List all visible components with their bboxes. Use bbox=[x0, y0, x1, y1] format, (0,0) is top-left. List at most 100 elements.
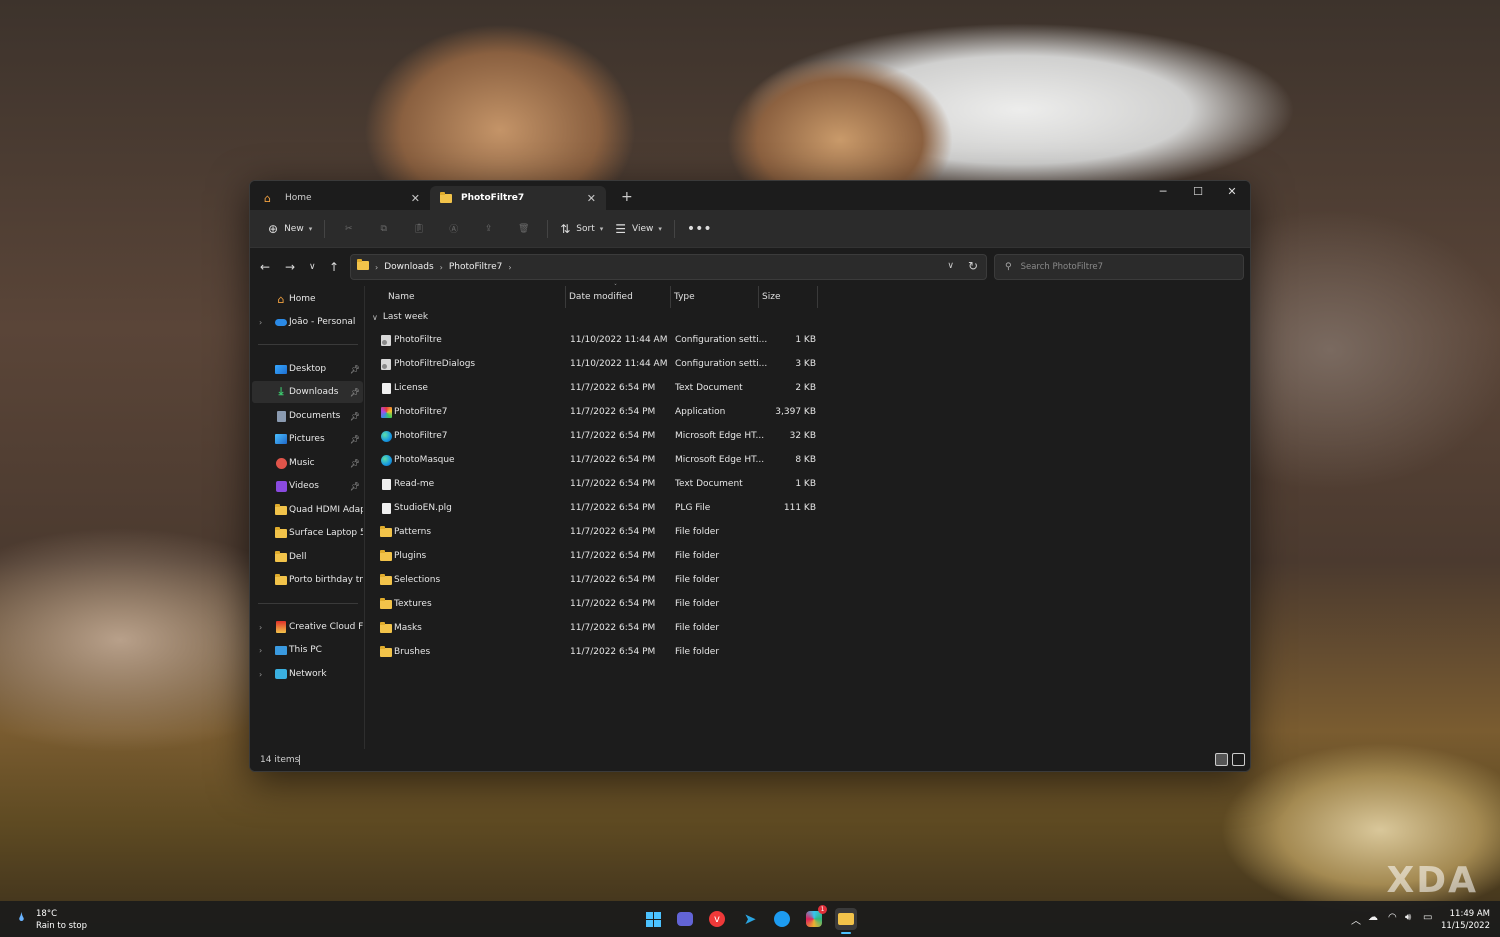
teams-chat-button[interactable] bbox=[674, 908, 696, 930]
more-options-button[interactable]: ••• bbox=[681, 216, 724, 242]
chevron-right-icon[interactable]: › bbox=[259, 646, 262, 655]
close-window-button[interactable]: ✕ bbox=[1215, 181, 1249, 201]
large-icons-view-icon[interactable] bbox=[1232, 753, 1245, 766]
tab-home[interactable]: ⌂ Home ✕ bbox=[254, 186, 430, 210]
new-tab-button[interactable]: + bbox=[621, 189, 633, 205]
paste-button[interactable]: 📋︎ bbox=[401, 216, 436, 242]
column-divider[interactable] bbox=[565, 286, 566, 308]
sidebar-item-network[interactable]: › Network bbox=[252, 663, 363, 685]
sidebar-item-surface-laptop[interactable]: Surface Laptop 5 bbox=[252, 522, 363, 544]
sidebar-item-music[interactable]: Music 📌︎ bbox=[252, 452, 363, 474]
onedrive-tray-icon[interactable]: ☁ bbox=[1368, 912, 1378, 923]
rename-button[interactable]: Ⓐ bbox=[436, 216, 471, 242]
file-row[interactable]: PhotoFiltre7 11/7/2022 6:54 PM Application… bbox=[366, 401, 826, 425]
file-row[interactable]: Patterns 11/7/2022 6:54 PM File folder bbox=[366, 521, 826, 545]
sidebar-item-videos[interactable]: Videos 📌︎ bbox=[252, 475, 363, 497]
close-icon[interactable]: ✕ bbox=[587, 192, 596, 205]
sort-arrows-icon: ⇅ bbox=[560, 221, 571, 236]
up-arrow-icon[interactable]: ↑ bbox=[329, 260, 339, 274]
file-row[interactable]: PhotoFiltre 11/10/2022 11:44 AM Configurat… bbox=[366, 329, 826, 353]
chevron-right-icon[interactable]: › bbox=[259, 623, 262, 632]
file-row[interactable]: PhotoMasque 11/7/2022 6:54 PM Microsoft Ed… bbox=[366, 449, 826, 473]
share-button[interactable]: ⇪ bbox=[471, 216, 506, 242]
pin-icon: 📌︎ bbox=[349, 481, 360, 491]
file-explorer-window: ⌂ Home ✕ PhotoFiltre7 ✕ + ─ ☐ ✕ ⊕ New ▾ … bbox=[249, 180, 1251, 772]
sidebar-item-porto-trip[interactable]: Porto birthday trip bbox=[252, 569, 363, 591]
sidebar-item-this-pc[interactable]: › This PC bbox=[252, 639, 363, 661]
file-row[interactable]: StudioEN.plg 11/7/2022 6:54 PM PLG File 111… bbox=[366, 497, 826, 521]
battery-icon[interactable]: ▭ bbox=[1423, 912, 1432, 923]
taskbar: 🌢︎ 18°C Rain to stop v ➤ 1 ︿ ☁ ◠ 🔊︎ ▭ 11… bbox=[0, 901, 1500, 937]
breadcrumb-downloads[interactable]: Downloads bbox=[384, 262, 433, 272]
sidebar-item-quad-hdmi[interactable]: Quad HDMI Adapte bbox=[252, 499, 363, 521]
column-header-size[interactable]: Size bbox=[762, 286, 780, 308]
toolbar-divider bbox=[547, 219, 549, 238]
sidebar-item-desktop[interactable]: Desktop 📌︎ bbox=[252, 358, 363, 380]
file-row[interactable]: Selections 11/7/2022 6:54 PM File folder bbox=[366, 569, 826, 593]
sidebar-item-downloads[interactable]: ⤓ Downloads 📌︎ bbox=[252, 381, 363, 403]
chevron-down-icon: ∨ bbox=[372, 312, 378, 322]
cut-button[interactable]: ✂ bbox=[331, 216, 366, 242]
slack-button[interactable]: 1 bbox=[803, 905, 827, 930]
sidebar-item-home[interactable]: ⌂ Home bbox=[252, 288, 363, 310]
address-bar[interactable]: › Downloads › PhotoFiltre7 › ∨ ↻ bbox=[350, 254, 987, 280]
refresh-icon[interactable]: ↻ bbox=[968, 259, 978, 273]
column-divider[interactable] bbox=[817, 286, 818, 308]
new-button[interactable]: ⊕ New ▾ bbox=[262, 216, 318, 242]
address-history-chevron-icon[interactable]: ∨ bbox=[947, 261, 954, 271]
file-date: 11/7/2022 6:54 PM bbox=[570, 455, 656, 465]
file-row[interactable]: PhotoFiltreDialogs 11/10/2022 11:44 AM Con… bbox=[366, 353, 826, 377]
chevron-right-icon[interactable]: › bbox=[259, 670, 262, 679]
ellipsis-icon: ••• bbox=[686, 220, 712, 237]
sort-button[interactable]: ⇅ Sort ▾ bbox=[554, 216, 609, 242]
column-header-type[interactable]: Type bbox=[674, 286, 695, 308]
file-row[interactable]: PhotoFiltre7 11/7/2022 6:54 PM Microsoft E… bbox=[366, 425, 826, 449]
show-hidden-icons-icon[interactable]: ︿ bbox=[1351, 912, 1361, 927]
file-row[interactable]: Masks 11/7/2022 6:54 PM File folder bbox=[366, 617, 826, 641]
sidebar-item-documents[interactable]: Documents 📌︎ bbox=[252, 405, 363, 427]
network-icon bbox=[274, 669, 288, 679]
telegram-button[interactable]: ➤ bbox=[739, 908, 761, 930]
file-explorer-taskbar-button[interactable] bbox=[835, 908, 857, 934]
sort-indicator-icon: ˇ bbox=[614, 284, 617, 291]
group-header-last-week[interactable]: ∨ Last week bbox=[372, 312, 428, 322]
tab-photofiltre7[interactable]: PhotoFiltre7 ✕ bbox=[430, 186, 606, 210]
wifi-icon[interactable]: ◠ bbox=[1388, 912, 1397, 923]
folder-icon bbox=[440, 191, 454, 203]
breadcrumb-photofiltre7[interactable]: PhotoFiltre7 bbox=[449, 262, 503, 272]
forward-arrow-icon[interactable]: → bbox=[285, 260, 295, 274]
maximize-button[interactable]: ☐ bbox=[1181, 181, 1215, 201]
search-input[interactable]: ⚲ Search PhotoFiltre7 bbox=[994, 254, 1244, 280]
volume-icon[interactable]: 🔊︎ bbox=[1405, 912, 1411, 923]
sidebar-item-dell[interactable]: Dell bbox=[252, 546, 363, 568]
delete-button[interactable]: 🗑︎ bbox=[506, 216, 541, 242]
file-row[interactable]: Textures 11/7/2022 6:54 PM File folder bbox=[366, 593, 826, 617]
file-row[interactable]: Plugins 11/7/2022 6:54 PM File folder bbox=[366, 545, 826, 569]
file-row[interactable]: Read-me 11/7/2022 6:54 PM Text Document 1 K… bbox=[366, 473, 826, 497]
details-view-icon[interactable] bbox=[1215, 753, 1228, 766]
view-button[interactable]: ☰ View ▾ bbox=[609, 216, 668, 242]
sidebar-item-onedrive[interactable]: › João - Personal bbox=[252, 311, 363, 333]
weather-widget[interactable]: 🌢︎ 18°C Rain to stop bbox=[18, 908, 87, 932]
column-divider[interactable] bbox=[758, 286, 759, 308]
file-row[interactable]: Brushes 11/7/2022 6:54 PM File folder bbox=[366, 641, 826, 665]
minimize-button[interactable]: ─ bbox=[1146, 181, 1180, 201]
close-icon[interactable]: ✕ bbox=[411, 192, 420, 205]
breadcrumb-chevron-icon[interactable]: › bbox=[508, 263, 511, 272]
twitter-button[interactable] bbox=[771, 908, 793, 930]
start-button[interactable] bbox=[642, 908, 664, 930]
file-row[interactable]: License 11/7/2022 6:54 PM Text Document 2 K… bbox=[366, 377, 826, 401]
recent-locations-chevron-icon[interactable]: ∨ bbox=[309, 262, 316, 272]
copy-button[interactable]: ⧉ bbox=[366, 216, 401, 242]
back-arrow-icon[interactable]: ← bbox=[260, 260, 270, 274]
column-divider[interactable] bbox=[670, 286, 671, 308]
vivaldi-button[interactable]: v bbox=[706, 908, 728, 930]
notification-badge: 1 bbox=[818, 905, 827, 914]
column-header-name[interactable]: Name bbox=[388, 286, 415, 308]
sidebar-item-creative-cloud[interactable]: › Creative Cloud Files bbox=[252, 616, 363, 638]
chevron-right-icon[interactable]: › bbox=[259, 318, 262, 327]
sidebar-item-pictures[interactable]: Pictures 📌︎ bbox=[252, 428, 363, 450]
column-header-date[interactable]: Date modified bbox=[569, 286, 633, 308]
folder-icon bbox=[380, 573, 392, 586]
system-clock[interactable]: 11:49 AM 11/15/2022 bbox=[1441, 908, 1490, 932]
